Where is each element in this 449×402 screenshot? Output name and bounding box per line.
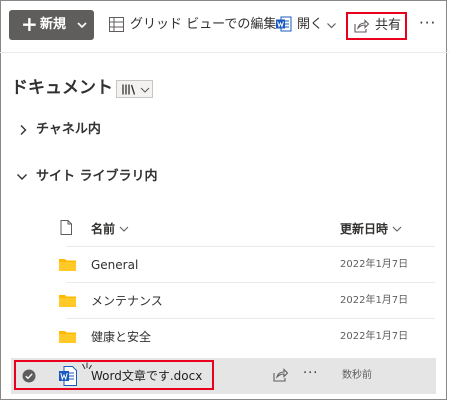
column-header-modified-label: 更新日時 (340, 222, 389, 236)
divider (0, 52, 449, 53)
chevron-down-icon (392, 226, 402, 232)
list-item[interactable]: メンテナンス 2022年1月7日 (14, 283, 435, 319)
item-modified: 数秒前 (342, 370, 372, 381)
more-options-icon[interactable]: ··· (303, 366, 318, 381)
item-modified: 2022年1月7日 (340, 259, 409, 270)
selected-list-item[interactable]: Word文章です.docx ··· 数秒前 (11, 358, 436, 394)
chevron-down-icon (77, 22, 87, 29)
folder-icon (59, 295, 76, 307)
more-options-icon[interactable]: ··· (419, 16, 436, 31)
group-site-library[interactable]: サイト ライブラリ内 (16, 168, 158, 186)
file-type-icon[interactable] (60, 220, 72, 235)
group-channel[interactable]: チャネル内 (18, 121, 101, 139)
folder-icon (59, 331, 76, 343)
new-button-label: 新規 (40, 17, 67, 32)
library-view-icon (122, 84, 136, 95)
grid-view-icon[interactable] (109, 17, 124, 32)
item-name[interactable]: General (91, 257, 138, 273)
share-button[interactable]: 共有 (346, 12, 407, 40)
word-document-icon (59, 366, 77, 386)
plus-icon: + (21, 12, 38, 36)
group-site-library-label: サイト ライブラリ内 (36, 169, 158, 184)
chevron-down-icon[interactable] (326, 20, 337, 31)
folder-icon (59, 259, 76, 271)
chevron-down-icon (140, 87, 150, 93)
grid-view-edit-button[interactable]: グリッド ビューでの編集 (130, 17, 276, 33)
item-modified: 2022年1月7日 (340, 331, 409, 342)
list-item[interactable]: 健康と安全 2022年1月7日 (14, 319, 435, 355)
chevron-down-icon (17, 173, 27, 180)
share-icon[interactable] (273, 368, 288, 382)
column-header-modified[interactable]: 更新日時 (340, 221, 402, 237)
item-modified: 2022年1月7日 (340, 295, 409, 306)
view-switcher-button[interactable] (116, 80, 153, 98)
chevron-right-icon (20, 124, 27, 135)
chevron-down-icon (119, 226, 129, 232)
new-button[interactable]: + 新規 (9, 10, 94, 40)
item-name[interactable]: 健康と安全 (91, 329, 151, 345)
share-icon (354, 19, 369, 33)
item-name[interactable]: Word文章です.docx (91, 368, 202, 384)
group-channel-label: チャネル内 (36, 122, 101, 137)
word-icon[interactable] (276, 16, 292, 32)
column-header-row: 名前 更新日時 (14, 211, 435, 247)
command-bar: + 新規 グリッド ビューでの編集 開く 共有 ··· (0, 0, 449, 50)
item-name[interactable]: メンテナンス (91, 293, 163, 309)
share-button-label: 共有 (375, 18, 402, 33)
page-title: ドキュメント (11, 78, 113, 98)
column-header-name-label: 名前 (91, 222, 116, 236)
list-item[interactable]: General 2022年1月7日 (14, 247, 435, 283)
column-header-name[interactable]: 名前 (91, 221, 129, 237)
open-button[interactable]: 開く (297, 17, 323, 33)
